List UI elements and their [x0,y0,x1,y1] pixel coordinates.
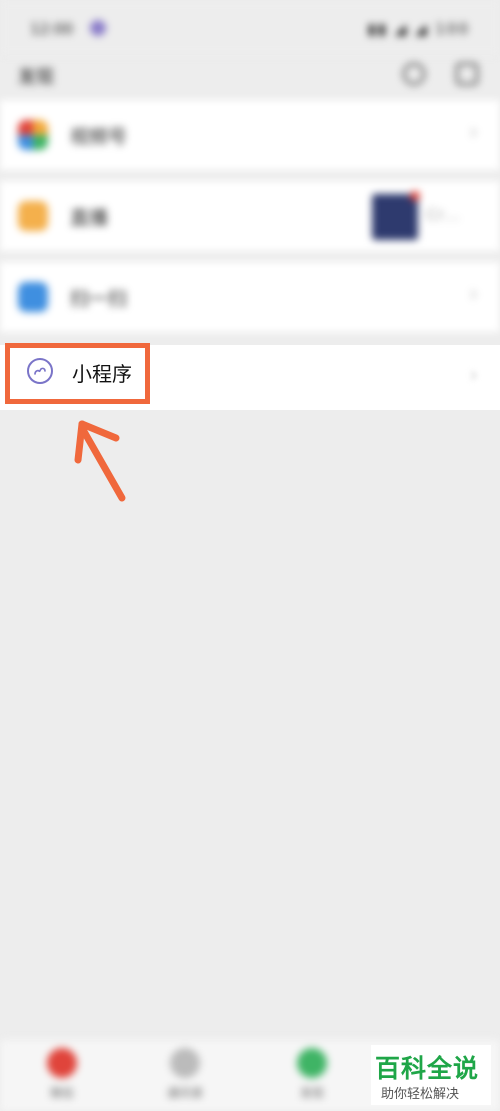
status-bar: 12:00 ▮▮ ◢ ◢ 100 [0,0,500,55]
preview-text: Cr… [426,205,460,224]
contacts-icon [170,1048,200,1078]
search-icon[interactable] [403,63,425,85]
scan-icon [18,282,48,312]
chevron-right-icon: › [469,120,478,145]
tab-discover[interactable]: 发现 [292,1048,332,1101]
highlight-box[interactable]: 小程序 [5,343,150,404]
tab-chats[interactable]: 微信 [42,1048,82,1101]
tab-contacts[interactable]: 通讯录 [165,1048,205,1101]
tab-label: 通讯录 [166,1086,203,1100]
discover-icon [297,1048,327,1078]
page-title: 发现 [18,67,54,88]
status-indicators: ▮▮ ◢ ◢ 100 [367,20,470,38]
tab-label: 发现 [299,1086,324,1100]
list-item-channels[interactable]: 视频号 › [0,100,500,170]
watermark-title: 百科全说 [375,1054,480,1083]
badge-dot-icon [410,191,420,201]
chevron-right-icon: › [469,363,478,388]
list-item-label: 直播 [70,207,109,229]
list-item-label: 视频号 [70,126,128,148]
list-item-label: 扫一扫 [70,288,128,310]
chevron-right-icon: › [469,282,478,307]
channels-icon [18,120,48,150]
top-bar: 发现 [0,55,500,95]
watermark: 百科全说 助你轻松解决 [371,1045,491,1105]
pointer-arrow-icon [74,420,126,502]
live-icon [18,201,48,231]
mini-program-label: 小程序 [72,362,132,386]
add-icon[interactable] [456,63,478,85]
status-time: 12:00 [30,20,74,38]
list-item-live[interactable]: 直播 Cr… [0,181,500,251]
notification-dot-icon [90,20,106,36]
preview-thumbnail [372,194,418,240]
list-item-scan[interactable]: 扫一扫 › [0,262,500,332]
watermark-subtitle: 助你轻松解决 [381,1087,460,1102]
tab-label: 微信 [49,1086,74,1100]
mini-program-icon [27,358,53,384]
chats-icon [47,1048,77,1078]
